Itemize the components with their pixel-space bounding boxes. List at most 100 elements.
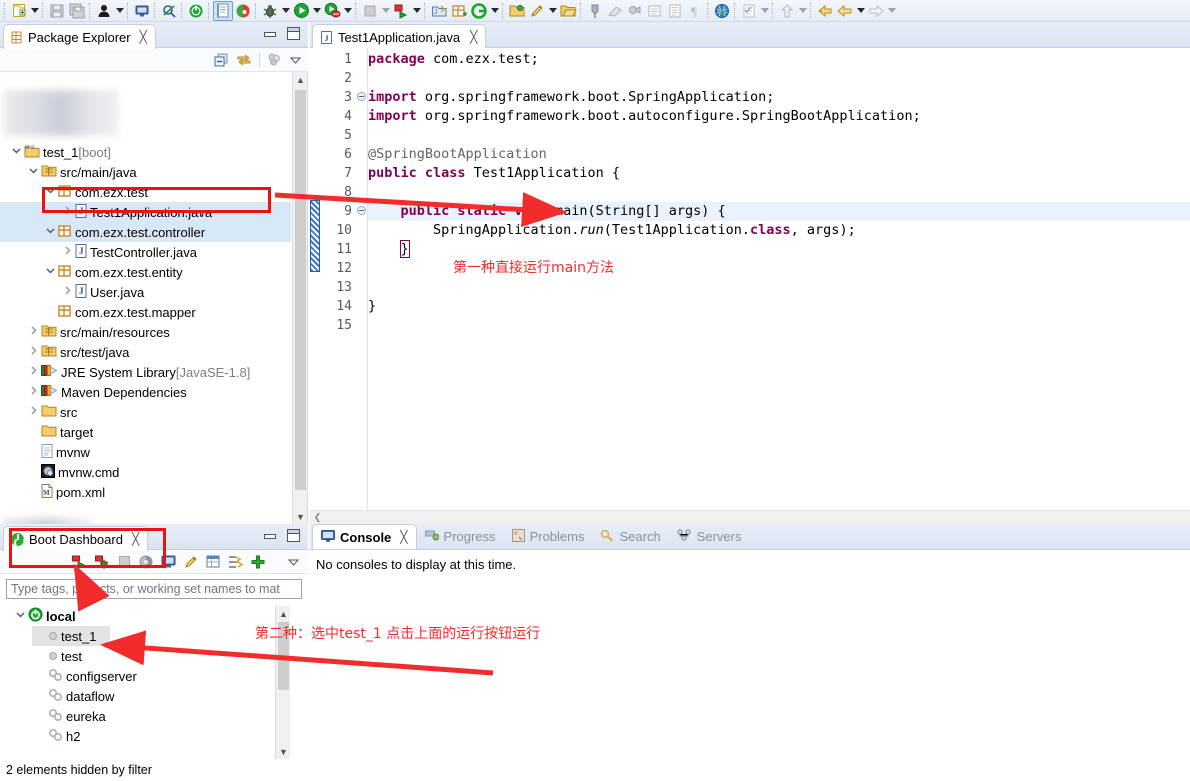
- code-text[interactable]: package com.ezx.test; import org.springf…: [368, 50, 1190, 510]
- boot-tree-item[interactable]: local: [0, 606, 292, 626]
- tree-item[interactable]: src/test/java: [0, 342, 291, 362]
- collapse-all-icon[interactable]: [214, 53, 229, 67]
- tab-servers[interactable]: Servers: [669, 524, 750, 549]
- tree-item[interactable]: mvnw: [0, 442, 291, 462]
- code-line[interactable]: }: [368, 297, 1190, 316]
- chevron-right-icon[interactable]: [25, 386, 41, 398]
- globe-icon[interactable]: [712, 1, 732, 21]
- run-last-dropdown[interactable]: [411, 1, 422, 21]
- tree-item[interactable]: Mpom.xml: [0, 482, 291, 502]
- folding-column[interactable]: [356, 48, 368, 510]
- stop-dropdown[interactable]: [380, 1, 391, 21]
- chevron-right-icon[interactable]: [59, 206, 75, 218]
- new-wizard-dropdown[interactable]: [29, 1, 40, 21]
- code-line[interactable]: [368, 316, 1190, 335]
- chevron-right-icon[interactable]: [25, 406, 41, 418]
- tree-vertical-scrollbar[interactable]: ▲ ▼: [292, 72, 307, 524]
- maximize-icon[interactable]: [287, 529, 300, 542]
- tab-console[interactable]: Console ╳: [312, 524, 417, 549]
- new-java-project-icon[interactable]: J: [429, 1, 449, 21]
- close-icon[interactable]: ╳: [132, 532, 139, 546]
- back-dropdown[interactable]: [855, 1, 866, 21]
- pencil-yellow-icon[interactable]: [527, 1, 547, 21]
- tree-item[interactable]: target: [0, 422, 291, 442]
- maximize-icon[interactable]: [287, 27, 300, 40]
- code-line[interactable]: @SpringBootApplication: [368, 145, 1190, 164]
- tree-item[interactable]: src/main/java: [0, 162, 291, 182]
- tree-item[interactable]: src/main/resources: [0, 322, 291, 342]
- debug-bug-icon[interactable]: [260, 1, 280, 21]
- tree-item[interactable]: com.ezx.test.controller: [0, 222, 291, 242]
- forward-dropdown[interactable]: [886, 1, 897, 21]
- run-last-icon[interactable]: [391, 1, 411, 21]
- tree-item[interactable]: J TestController.java: [0, 242, 291, 262]
- close-icon[interactable]: ╳: [470, 30, 477, 44]
- chevron-right-icon[interactable]: [25, 366, 41, 378]
- open-properties-icon[interactable]: [206, 555, 220, 568]
- tab-progress[interactable]: Progress: [417, 524, 504, 549]
- fold-collapse-icon[interactable]: [357, 206, 366, 215]
- code-line[interactable]: import org.springframework.boot.SpringAp…: [368, 88, 1190, 107]
- chevron-down-icon[interactable]: [42, 266, 58, 278]
- back-history-icon[interactable]: [815, 1, 835, 21]
- boot-tree-item[interactable]: dataflow: [0, 686, 292, 706]
- pencil-dropdown[interactable]: [547, 1, 558, 21]
- tree-item[interactable]: JRE System Library [JavaSE-1.8]: [0, 362, 291, 382]
- checklist-dropdown[interactable]: [759, 1, 770, 21]
- tree-item[interactable]: J User.java: [0, 282, 291, 302]
- tree-item[interactable]: mvnw.cmd: [0, 462, 291, 482]
- monitor-icon[interactable]: [132, 1, 152, 21]
- power-green-icon[interactable]: [186, 1, 206, 21]
- tree-item[interactable]: com.ezx.test.mapper: [0, 302, 291, 322]
- chevron-down-icon[interactable]: [8, 146, 24, 158]
- code-line[interactable]: public class Test1Application {: [368, 164, 1190, 183]
- tree-item[interactable]: com.ezx.test.entity: [0, 262, 291, 282]
- tree-item[interactable]: com.ezx.test: [0, 182, 291, 202]
- new-wizard-icon[interactable]: [9, 1, 29, 21]
- start-restart-icon[interactable]: [72, 555, 87, 569]
- code-line[interactable]: SpringApplication.run(Test1Application.c…: [368, 221, 1190, 240]
- open-ngrok-icon[interactable]: [228, 555, 244, 569]
- marker-column[interactable]: [310, 48, 320, 510]
- back-icon[interactable]: [835, 1, 855, 21]
- external-tools-icon[interactable]: [322, 1, 342, 21]
- open-folder-green-icon[interactable]: [507, 1, 527, 21]
- scroll-down-icon[interactable]: ▼: [276, 744, 291, 759]
- scroll-up-icon[interactable]: ▲: [293, 72, 307, 87]
- view-menu-icon[interactable]: [289, 53, 302, 66]
- tab-package-explorer[interactable]: Package Explorer ╳: [3, 24, 156, 49]
- close-icon[interactable]: ╳: [400, 530, 407, 544]
- spring-leaf-icon[interactable]: [233, 1, 253, 21]
- tree-item[interactable]: Maven Dependencies: [0, 382, 291, 402]
- new-package-icon[interactable]: [449, 1, 469, 21]
- person-icon[interactable]: [94, 1, 114, 21]
- code-line[interactable]: [368, 183, 1190, 202]
- fold-collapse-icon[interactable]: [357, 92, 366, 101]
- minimize-icon[interactable]: [263, 27, 276, 40]
- boot-tree-item[interactable]: test_1: [32, 626, 110, 646]
- debug-restart-icon[interactable]: [95, 555, 110, 569]
- arrow-up-dropdown[interactable]: [797, 1, 808, 21]
- chevron-right-icon[interactable]: [25, 346, 41, 358]
- edit-pencil-icon[interactable]: [184, 555, 198, 569]
- boot-tree-item[interactable]: configserver: [0, 666, 292, 686]
- coverage-icon[interactable]: [469, 1, 489, 21]
- chevron-down-icon[interactable]: [25, 166, 41, 178]
- open-folder-yellow-icon[interactable]: [558, 1, 578, 21]
- code-line[interactable]: public static void main(String[] args) {: [368, 202, 1190, 221]
- skip-breakpoints-icon[interactable]: [159, 1, 179, 21]
- tab-problems[interactable]: Problems: [504, 524, 593, 549]
- minimize-icon[interactable]: [263, 529, 276, 542]
- boot-filter-input[interactable]: Type tags, projects, or working set name…: [6, 579, 302, 599]
- package-explorer-tree[interactable]: M Stest_1 [boot] src/main/java com.ezx.test…: [0, 72, 308, 524]
- add-icon[interactable]: [251, 555, 265, 569]
- tree-item[interactable]: J Test1Application.java: [0, 202, 291, 222]
- code-line[interactable]: [368, 278, 1190, 297]
- tree-item[interactable]: src: [0, 402, 291, 422]
- code-line[interactable]: [368, 126, 1190, 145]
- chevron-down-icon[interactable]: [42, 186, 58, 198]
- link-with-editor-icon[interactable]: [236, 53, 252, 67]
- editor-horizontal-scrollbar[interactable]: ❮: [310, 510, 1190, 524]
- open-dashboard-icon[interactable]: [139, 555, 153, 569]
- debug-dropdown[interactable]: [280, 1, 291, 21]
